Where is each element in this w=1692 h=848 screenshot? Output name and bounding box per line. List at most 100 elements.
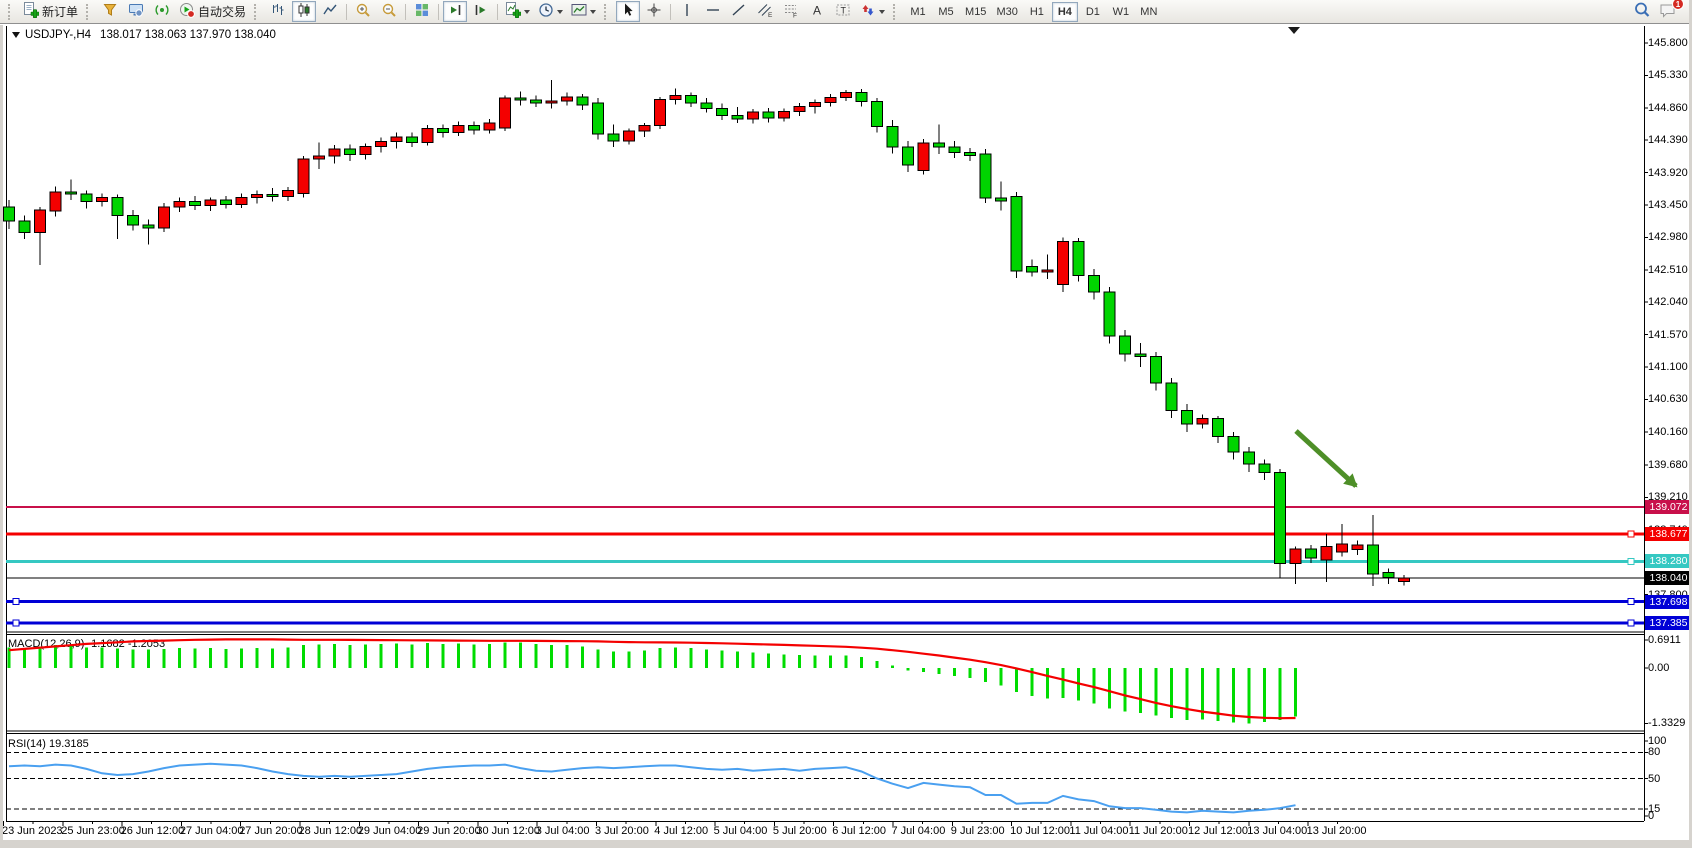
window-edge <box>0 25 3 848</box>
time-axis-label: 9 Jul 23:00 <box>951 825 1005 838</box>
horizontal-line-button[interactable] <box>701 1 725 22</box>
auto-trading-icon <box>179 2 195 21</box>
candlestick-chart-button[interactable] <box>292 1 316 22</box>
rsi-label: RSI(14) 19.3185 <box>8 738 89 750</box>
signal-icon <box>154 2 170 21</box>
price-line-tag[interactable]: 138.040 <box>1645 571 1692 585</box>
text-icon: A <box>809 2 825 21</box>
period-W1[interactable]: W1 <box>1108 2 1134 22</box>
zoom-in-icon <box>355 2 371 21</box>
templates-button[interactable] <box>568 1 599 22</box>
price-tick-label: 142.980 <box>1648 230 1692 244</box>
price-tick-label: 140.160 <box>1648 425 1692 439</box>
svg-text:E: E <box>768 12 773 18</box>
macd-scale-label: 0.6911 <box>1648 633 1692 647</box>
time-axis-label: 3 Jul 04:00 <box>536 825 590 838</box>
clock-icon <box>538 2 554 21</box>
price-line-tag[interactable]: 138.677 <box>1645 527 1692 541</box>
time-axis-label: 29 Jun 04:00 <box>358 825 422 838</box>
time-axis-label: 11 Jul 20:00 <box>1129 825 1188 838</box>
toolbar-grip[interactable] <box>893 4 899 20</box>
signal-button[interactable] <box>150 1 174 22</box>
template-icon <box>571 2 587 21</box>
funnel-icon <box>102 2 118 21</box>
line-chart-button[interactable] <box>318 1 342 22</box>
rsi-scale-label: 0 <box>1648 809 1692 823</box>
indicators-icon <box>505 2 521 21</box>
period-M1[interactable]: M1 <box>905 2 931 22</box>
funnel-button[interactable] <box>98 1 122 22</box>
bar-chart-icon <box>270 2 286 21</box>
time-axis-label: 25 Jun 23:00 <box>61 825 125 838</box>
indicators-button[interactable] <box>502 1 533 22</box>
notifications-button[interactable]: 1 <box>1656 1 1680 22</box>
toolbar-grip[interactable] <box>254 4 260 20</box>
horizontal-line-icon <box>705 2 721 21</box>
time-axis-label: 4 Jul 12:00 <box>654 825 708 838</box>
zoom-out-button[interactable] <box>377 1 401 22</box>
price-tick-label: 143.920 <box>1648 166 1692 180</box>
price-line-tag[interactable]: 137.698 <box>1645 595 1692 609</box>
bar-chart-button[interactable] <box>266 1 290 22</box>
time-axis-label: 28 Jun 12:00 <box>299 825 363 838</box>
toolbar-grip[interactable] <box>8 4 14 20</box>
price-line-tag[interactable]: 139.072 <box>1645 500 1692 514</box>
vertical-line-icon <box>679 2 695 21</box>
equidistant-channel-button[interactable]: E <box>753 1 777 22</box>
zoom-out-icon <box>381 2 397 21</box>
auto-trading-button[interactable]: 自动交易 <box>176 1 249 22</box>
period-MN[interactable]: MN <box>1136 2 1162 22</box>
fibonacci-button[interactable]: F <box>779 1 803 22</box>
new-order-button[interactable]: 新订单 <box>20 1 81 22</box>
auto-scroll-icon <box>447 2 463 21</box>
rsi-scale-label: 50 <box>1648 772 1692 786</box>
macd-pane[interactable] <box>6 635 1644 732</box>
time-axis-label: 10 Jul 12:00 <box>1010 825 1070 838</box>
main-chart-pane[interactable] <box>6 25 1644 633</box>
period-M30[interactable]: M30 <box>992 2 1021 22</box>
price-tick-label: 143.450 <box>1648 198 1692 212</box>
chart-shift-button[interactable] <box>469 1 493 22</box>
period-M15[interactable]: M15 <box>961 2 990 22</box>
toolbar-grip[interactable] <box>604 4 610 20</box>
text-label-button[interactable]: T <box>831 1 855 22</box>
svg-text:T: T <box>841 6 847 16</box>
chart-symbol-period: USDJPY-,H4 <box>25 29 91 41</box>
vertical-line-button[interactable] <box>675 1 699 22</box>
candlestick-chart-icon <box>296 2 312 21</box>
dropdown-caret-icon <box>557 10 563 14</box>
rsi-pane[interactable] <box>6 734 1644 821</box>
crosshair-button[interactable] <box>642 1 666 22</box>
periods-button[interactable] <box>535 1 566 22</box>
text-label-icon: T <box>835 2 851 21</box>
chart-title: USDJPY-,H4 138.017 138.063 137.970 138.0… <box>12 29 276 41</box>
period-H1[interactable]: H1 <box>1024 2 1050 22</box>
chart-shift-icon <box>473 2 489 21</box>
cursor-button[interactable] <box>616 1 640 22</box>
text-button[interactable]: A <box>805 1 829 22</box>
tile-windows-icon <box>414 2 430 21</box>
period-D1[interactable]: D1 <box>1080 2 1106 22</box>
toolbar-separator <box>497 4 498 20</box>
chart-ohlc-values: 138.017 138.063 137.970 138.040 <box>100 29 276 41</box>
trendline-button[interactable] <box>727 1 751 22</box>
toolbar-grip[interactable] <box>86 4 92 20</box>
price-tick-label: 142.040 <box>1648 295 1692 309</box>
price-tick-label: 145.330 <box>1648 68 1692 82</box>
time-axis-label: 23 Jun 2023 <box>2 825 63 838</box>
price-line-tag[interactable]: 138.280 <box>1645 554 1692 568</box>
toolbar-separator <box>670 4 671 20</box>
zoom-in-button[interactable] <box>351 1 375 22</box>
tile-windows-button[interactable] <box>410 1 434 22</box>
chart-dropdown-icon[interactable] <box>12 32 20 38</box>
period-H4[interactable]: H4 <box>1052 2 1078 22</box>
mt4-terminal: 新订单 自动交易 E F A T <box>0 0 1692 848</box>
search-button[interactable] <box>1630 1 1654 22</box>
time-axis-label: 3 Jul 20:00 <box>595 825 649 838</box>
period-M5[interactable]: M5 <box>933 2 959 22</box>
price-line-tag[interactable]: 137.385 <box>1645 616 1692 630</box>
auto-scroll-button[interactable] <box>443 1 467 22</box>
arrows-tool-button[interactable] <box>857 1 888 22</box>
time-axis-label: 13 Jul 04:00 <box>1247 825 1307 838</box>
terminal-button[interactable] <box>124 1 148 22</box>
